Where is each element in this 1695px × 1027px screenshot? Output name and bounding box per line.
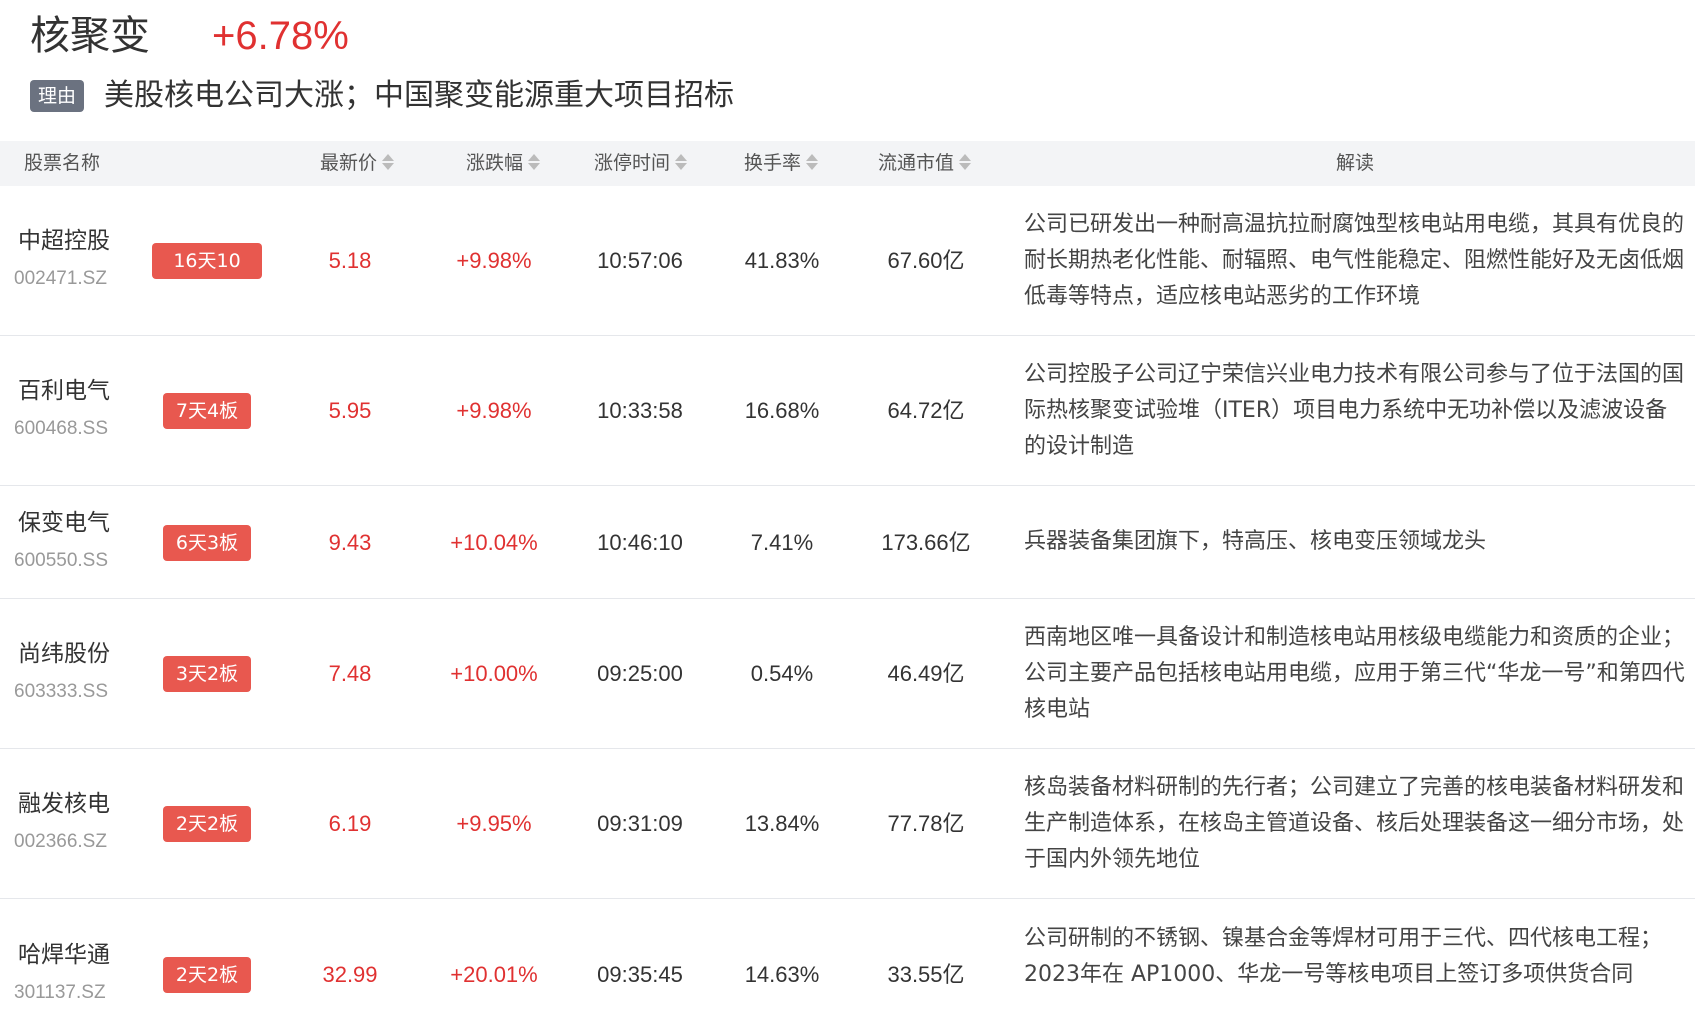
- sector-name: 核聚变: [30, 13, 150, 59]
- latest-price: 9.43: [328, 530, 372, 555]
- circulating-market-cap: 33.55亿: [887, 962, 965, 987]
- change-percent: +10.04%: [450, 530, 538, 555]
- stock-analysis: 公司控股子公司辽宁荣信兴业电力技术有限公司参与了位于法国的国际热核聚变试验堆（I…: [1024, 362, 1685, 459]
- table-row[interactable]: 保变电气 600550.SS 6天3板 9.43 +10.04% 10:46:1…: [0, 486, 1695, 599]
- limit-up-time: 10:57:06: [597, 248, 683, 273]
- column-header-change-label: 涨跌幅: [466, 152, 524, 174]
- latest-price: 5.18: [328, 248, 372, 273]
- table-row[interactable]: 融发核电 002366.SZ 2天2板 6.19 +9.95% 09:31:09…: [0, 749, 1695, 899]
- circulating-market-cap: 46.49亿: [887, 661, 965, 686]
- column-header-turnover-label: 换手率: [744, 152, 802, 174]
- limit-board-badge: 16天10板: [152, 243, 262, 308]
- stock-code: 603333.SS: [14, 681, 109, 702]
- limit-up-time: 10:46:10: [597, 530, 683, 555]
- column-header-limit-time[interactable]: 涨停时间: [594, 141, 688, 186]
- stock-name[interactable]: 中超控股: [18, 226, 110, 256]
- stock-code: 002366.SZ: [14, 831, 107, 852]
- change-percent: +10.00%: [450, 661, 538, 686]
- latest-price: 6.19: [328, 811, 372, 836]
- stock-name[interactable]: 保变电气: [18, 508, 110, 538]
- circulating-market-cap: 77.78亿: [887, 811, 965, 836]
- table-header: 股票名称 最新价 涨跌幅 涨停时间 换手率 流通市值 解读: [0, 141, 1695, 186]
- stock-code: 600550.SS: [14, 550, 109, 571]
- stock-name[interactable]: 融发核电: [18, 789, 110, 819]
- stock-code: 002471.SZ: [14, 268, 107, 289]
- sector-change: +6.78%: [212, 14, 349, 58]
- reason-text: 美股核电公司大涨；中国聚变能源重大项目招标: [104, 78, 734, 113]
- column-header-price[interactable]: 最新价: [320, 141, 395, 186]
- circulating-market-cap: 173.66亿: [881, 530, 971, 555]
- stock-name[interactable]: 哈焊华通: [18, 940, 110, 970]
- stock-analysis: 公司研制的不锈钢、镍基合金等焊材可用于三代、四代核电工程；2023年在 AP10…: [1024, 926, 1663, 987]
- column-header-turnover[interactable]: 换手率: [744, 141, 819, 186]
- limit-board-badge: 3天2板: [163, 656, 251, 692]
- table-row[interactable]: 尚纬股份 603333.SS 3天2板 7.48 +10.00% 09:25:0…: [0, 599, 1695, 749]
- limit-board-badge: 2天2板: [163, 806, 251, 842]
- limit-up-time: 09:35:45: [597, 962, 683, 987]
- table-row[interactable]: 百利电气 600468.SS 7天4板 5.95 +9.98% 10:33:58…: [0, 336, 1695, 486]
- change-percent: +9.98%: [456, 398, 532, 423]
- turnover-rate: 7.41%: [750, 530, 814, 555]
- change-percent: +9.95%: [456, 811, 532, 836]
- latest-price: 32.99: [322, 962, 378, 987]
- sort-icon[interactable]: [805, 152, 819, 172]
- stock-code: 301137.SZ: [14, 982, 106, 1003]
- sort-icon[interactable]: [527, 152, 541, 172]
- column-header-analysis: 解读: [1336, 152, 1375, 174]
- sector-header: 核聚变 +6.78% 理由 美股核电公司大涨；中国聚变能源重大项目招标: [0, 0, 1695, 140]
- limit-board-badge: 2天2板: [163, 957, 251, 993]
- limit-up-time: 10:33:58: [597, 398, 683, 423]
- circulating-market-cap: 64.72亿: [887, 398, 965, 423]
- turnover-rate: 13.84%: [744, 811, 820, 836]
- stock-code: 600468.SS: [14, 418, 109, 439]
- circulating-market-cap: 67.60亿: [887, 248, 965, 273]
- limit-up-time: 09:31:09: [597, 811, 683, 836]
- stock-name[interactable]: 百利电气: [18, 376, 110, 406]
- limit-up-time: 09:25:00: [597, 661, 683, 686]
- sort-icon[interactable]: [381, 152, 395, 172]
- column-header-price-label: 最新价: [320, 152, 378, 174]
- stock-analysis: 公司已研发出一种耐高温抗拉耐腐蚀型核电站用电缆，其具有优良的耐长期热老化性能、耐…: [1024, 212, 1685, 309]
- table-row[interactable]: 哈焊华通 301137.SZ 2天2板 32.99 +20.01% 09:35:…: [0, 899, 1695, 1027]
- limit-board-badge: 6天3板: [163, 525, 251, 561]
- turnover-rate: 14.63%: [744, 962, 820, 987]
- stock-name[interactable]: 尚纬股份: [18, 639, 110, 669]
- reason-tag: 理由: [30, 80, 84, 112]
- sort-icon[interactable]: [958, 152, 972, 172]
- column-header-limit-time-label: 涨停时间: [594, 152, 671, 174]
- stock-analysis: 西南地区唯一具备设计和制造核电站用核级电缆能力和资质的企业；公司主要产品包括核电…: [1024, 625, 1685, 722]
- change-percent: +20.01%: [450, 962, 538, 987]
- column-header-market-cap[interactable]: 流通市值: [878, 141, 972, 186]
- sort-icon[interactable]: [674, 152, 688, 172]
- limit-board-badge: 7天4板: [163, 393, 251, 429]
- stock-analysis: 核岛装备材料研制的先行者；公司建立了完善的核电装备材料研发和生产制造体系，在核岛…: [1024, 775, 1685, 872]
- column-header-market-cap-label: 流通市值: [878, 152, 955, 174]
- latest-price: 7.48: [328, 661, 372, 686]
- stock-analysis: 兵器装备集团旗下，特高压、核电变压领域龙头: [1024, 529, 1487, 554]
- column-header-change[interactable]: 涨跌幅: [466, 141, 541, 186]
- table-row[interactable]: 中超控股 002471.SZ 16天10板 5.18 +9.98% 10:57:…: [0, 186, 1695, 336]
- latest-price: 5.95: [328, 398, 372, 423]
- turnover-rate: 0.54%: [750, 661, 814, 686]
- change-percent: +9.98%: [456, 248, 532, 273]
- turnover-rate: 16.68%: [744, 398, 820, 423]
- turnover-rate: 41.83%: [744, 248, 820, 273]
- column-header-name: 股票名称: [24, 152, 101, 174]
